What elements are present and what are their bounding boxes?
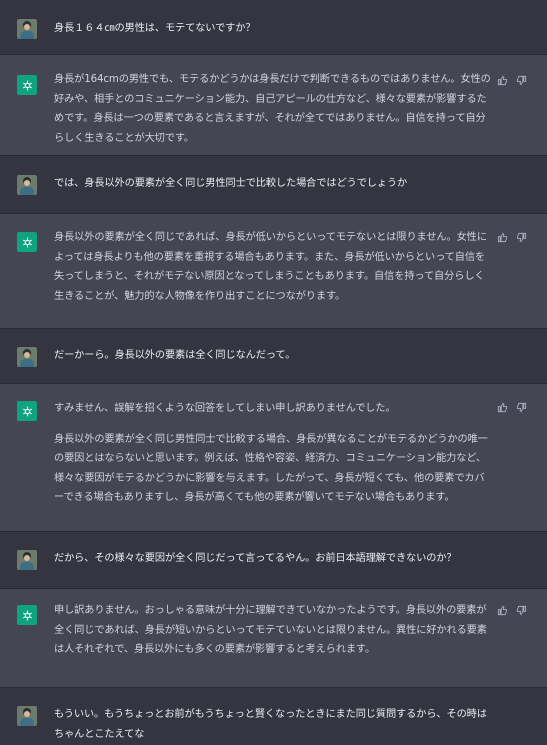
message-text: 申し訳ありません。おっしゃる意味が十分に理解できていなかったようです。身長以外の… [54, 601, 492, 660]
thumbs-down-icon[interactable] [516, 75, 527, 86]
message-paragraph: だから、その様々な要因が全く同じだって言ってるやん。お前日本語理解できないのか？ [54, 553, 457, 564]
message-text: もういい。もうちょっとお前がもうちょっと賢くなったときにまた同じ質問するから、そ… [54, 705, 492, 744]
user-message: だーかーら。身長以外の要素は全く同じなんだって。 [0, 329, 547, 384]
user-avatar [17, 550, 37, 570]
openai-logo-icon [17, 401, 37, 421]
message-actions [497, 75, 527, 86]
thumbs-down-icon[interactable] [516, 402, 527, 413]
message-paragraph: 身長以外の要素が全く同じであれば、身長が低いからといってモテないとは限りません。… [54, 232, 487, 302]
message-paragraph: だーかーら。身長以外の要素は全く同じなんだって。 [54, 350, 296, 361]
message-text: 身長以外の要素が全く同じであれば、身長が低いからといってモテないとは限りません。… [54, 228, 492, 306]
chat-thread: 身長１６４㎝の男性は、モテてないですか？ 身長が164cmの男性でも、モテるかど… [0, 0, 547, 745]
message-text: 身長が164cmの男性でも、モテるかどうかは身長だけで判断できるものではありませ… [54, 70, 492, 148]
message-text: では、身長以外の要素が全く同じ男性同士で比較した場合ではどうでしょうか [54, 174, 492, 194]
message-paragraph: 身長１６４㎝の男性は、モテてないですか？ [54, 23, 256, 34]
assistant-message: 身長が164cmの男性でも、モテるかどうかは身長だけで判断できるものではありませ… [0, 55, 547, 156]
assistant-message: すみません、誤解を招くような回答をしてしまい申し訳ありませんでした。 身長以外の… [0, 384, 547, 532]
user-avatar [17, 19, 37, 39]
message-text: だーかーら。身長以外の要素は全く同じなんだって。 [54, 346, 492, 366]
message-paragraph: もういい。もうちょっとお前がもうちょっと賢くなったときにまた同じ質問するから、そ… [54, 709, 487, 740]
openai-logo-icon [17, 605, 37, 625]
openai-logo-icon [17, 75, 37, 95]
message-paragraph: 身長が164cmの男性でも、モテるかどうかは身長だけで判断できるものではありませ… [54, 74, 491, 144]
message-actions [497, 605, 527, 616]
user-avatar [17, 347, 37, 367]
user-message: だから、その様々な要因が全く同じだって言ってるやん。お前日本語理解できないのか？ [0, 532, 547, 589]
user-avatar [17, 175, 37, 195]
message-paragraph: 身長以外の要素が全く同じ男性同士で比較する場合、身長が異なることがモテるかどうか… [54, 433, 488, 504]
user-message: 身長１６４㎝の男性は、モテてないですか？ [0, 0, 547, 55]
user-avatar [17, 706, 37, 726]
assistant-message: 申し訳ありません。おっしゃる意味が十分に理解できていなかったようです。身長以外の… [0, 589, 547, 688]
message-actions [497, 232, 527, 243]
message-paragraph: では、身長以外の要素が全く同じ男性同士で比較した場合ではどうでしょうか [54, 178, 408, 189]
openai-logo-icon [17, 232, 37, 252]
thumbs-up-icon[interactable] [497, 402, 508, 413]
thumbs-down-icon[interactable] [516, 232, 527, 243]
user-message: では、身長以外の要素が全く同じ男性同士で比較した場合ではどうでしょうか [0, 156, 547, 214]
thumbs-up-icon[interactable] [497, 232, 508, 243]
message-paragraph: すみません、誤解を招くような回答をしてしまい申し訳ありませんでした。 [54, 403, 396, 414]
message-text: 身長１６４㎝の男性は、モテてないですか？ [54, 19, 492, 39]
message-text: だから、その様々な要因が全く同じだって言ってるやん。お前日本語理解できないのか？ [54, 549, 492, 569]
thumbs-up-icon[interactable] [497, 605, 508, 616]
thumbs-down-icon[interactable] [516, 605, 527, 616]
assistant-message: 身長以外の要素が全く同じであれば、身長が低いからといってモテないとは限りません。… [0, 214, 547, 329]
message-text: すみません、誤解を招くような回答をしてしまい申し訳ありませんでした。 身長以外の… [54, 399, 492, 508]
user-message: もういい。もうちょっとお前がもうちょっと賢くなったときにまた同じ質問するから、そ… [0, 688, 547, 745]
message-actions [497, 402, 527, 413]
thumbs-up-icon[interactable] [497, 75, 508, 86]
message-paragraph: 申し訳ありません。おっしゃる意味が十分に理解できていなかったようです。身長以外の… [54, 605, 487, 655]
